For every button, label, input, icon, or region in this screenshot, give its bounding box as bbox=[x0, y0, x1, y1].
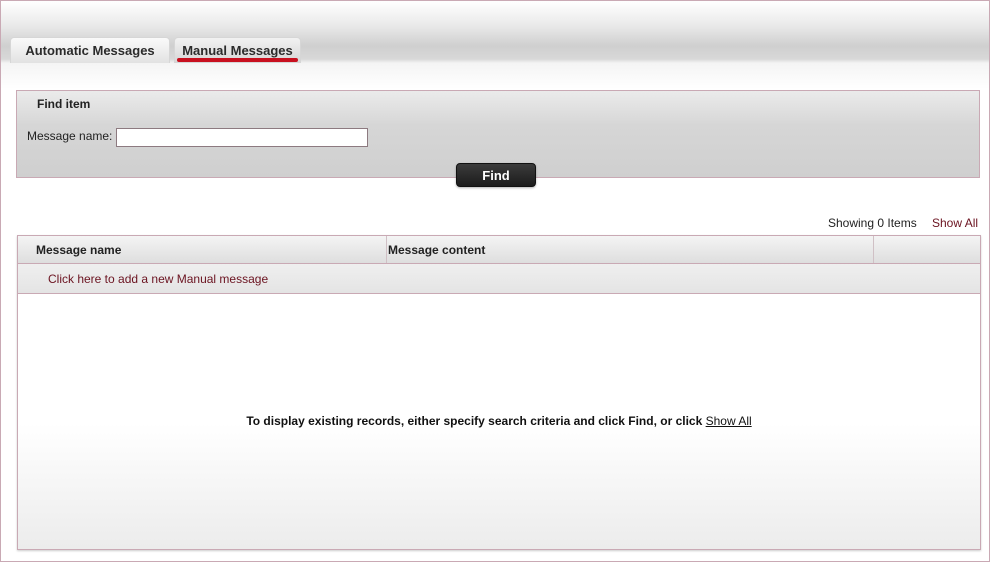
find-item-panel: Find item Message name: Find bbox=[16, 90, 980, 187]
empty-state-show-all-link[interactable]: Show All bbox=[706, 414, 752, 428]
find-button[interactable]: Find bbox=[456, 163, 536, 187]
column-divider bbox=[873, 236, 874, 263]
message-name-input[interactable] bbox=[116, 128, 368, 147]
show-all-link[interactable]: Show All bbox=[932, 216, 978, 230]
add-message-row: Click here to add a new Manual message bbox=[18, 264, 980, 294]
tab-automatic-messages-label: Automatic Messages bbox=[25, 43, 155, 58]
add-manual-message-link[interactable]: Click here to add a new Manual message bbox=[48, 272, 268, 286]
empty-state-message: To display existing records, either spec… bbox=[18, 414, 980, 428]
column-header-message-content[interactable]: Message content bbox=[388, 243, 485, 257]
tab-automatic-messages[interactable]: Automatic Messages bbox=[10, 37, 170, 63]
find-panel-title: Find item bbox=[37, 97, 91, 111]
results-count: Showing 0 Items bbox=[828, 216, 917, 230]
messages-grid: Message name Message content Click here … bbox=[17, 235, 981, 550]
tab-manual-messages[interactable]: Manual Messages bbox=[174, 37, 301, 63]
tab-manual-messages-label: Manual Messages bbox=[182, 43, 293, 58]
empty-state-text: To display existing records, either spec… bbox=[246, 414, 703, 428]
column-header-message-name[interactable]: Message name bbox=[36, 243, 121, 257]
grid-header: Message name Message content bbox=[18, 236, 980, 264]
column-divider bbox=[386, 236, 387, 263]
message-name-label: Message name: bbox=[27, 129, 113, 143]
active-tab-indicator bbox=[177, 58, 298, 62]
